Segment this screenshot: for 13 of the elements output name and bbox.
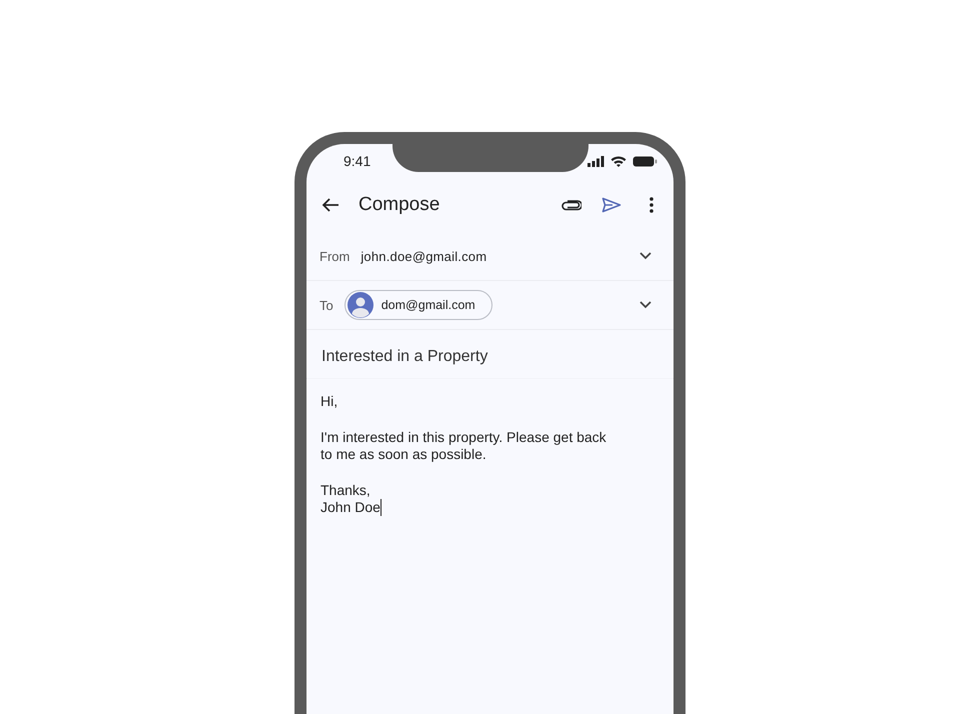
to-label: To	[320, 298, 334, 312]
wifi-icon	[610, 156, 626, 166]
status-time: 9:41	[344, 153, 371, 169]
from-address[interactable]: john.doe@gmail.com	[360, 248, 634, 264]
avatar-person-icon	[347, 292, 374, 318]
text-cursor	[380, 499, 382, 516]
screen-title: Compose	[358, 194, 441, 216]
subject-field[interactable]: Interested in a Property	[306, 330, 674, 379]
from-label: From	[320, 248, 350, 264]
battery-icon	[632, 156, 658, 166]
recipient-chip[interactable]: dom@gmail.com	[344, 290, 492, 320]
signal-icon	[588, 156, 604, 166]
message-body-field[interactable]: Hi, I'm interested in this property. Please get back to me as soon as possible. Thanks, John Doe	[306, 379, 674, 549]
